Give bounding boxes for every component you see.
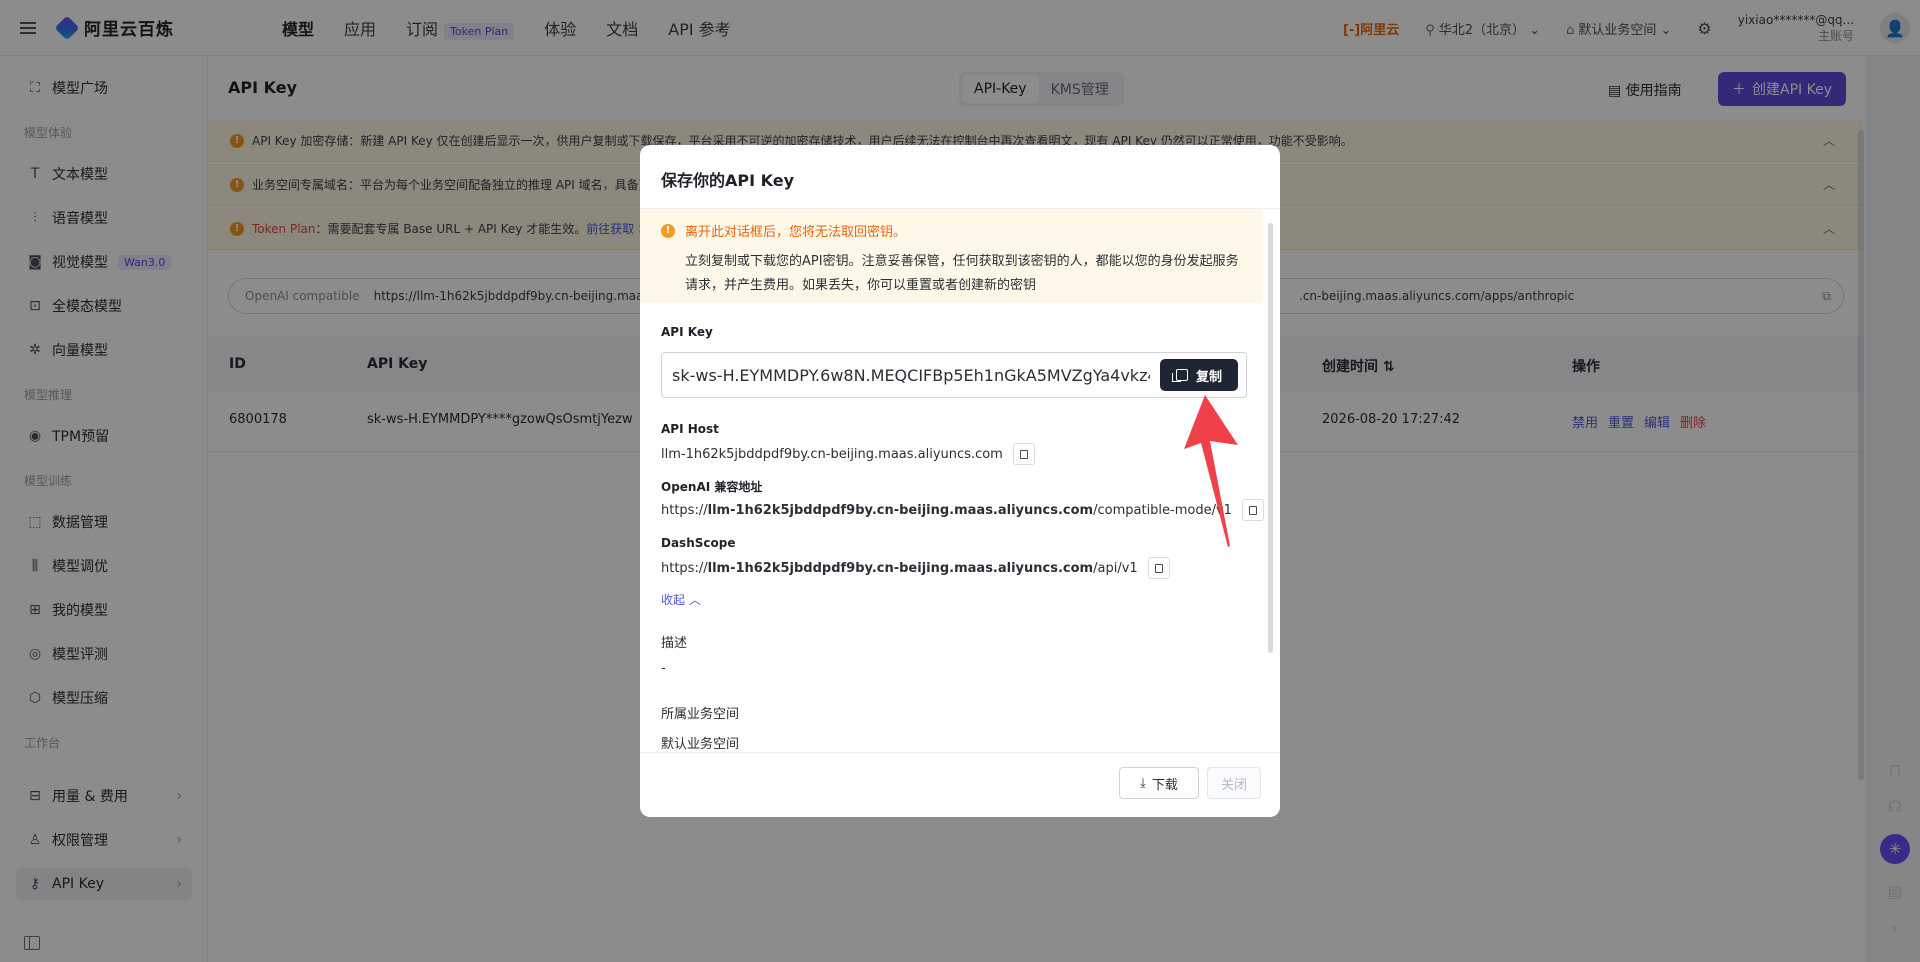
dialog-title: 保存你的API Key	[661, 171, 795, 190]
annotation-arrow-icon	[1184, 395, 1238, 547]
copy-button[interactable]: 复制	[1160, 359, 1238, 391]
copy-icon[interactable]	[1012, 443, 1035, 465]
dashscope-host: llm-1h62k5jbddpdf9by.cn-beijing.maas.ali…	[707, 560, 1094, 576]
dashscope-suffix: /api/v1	[1093, 560, 1138, 576]
collapse-label: 收起	[661, 593, 686, 607]
api-host-value: llm-1h62k5jbddpdf9by.cn-beijing.maas.ali…	[661, 446, 1003, 462]
download-icon: ⤓	[1140, 775, 1146, 791]
collapse-link[interactable]: 收起 ︿	[661, 591, 701, 608]
openai-label: OpenAI 兼容地址	[661, 480, 763, 494]
warning-icon: !	[661, 223, 675, 238]
workspace-value: 默认业务空间	[661, 737, 740, 752]
copy-icon[interactable]	[1241, 499, 1264, 521]
api-key-label: API Key	[661, 325, 713, 339]
download-label: 下载	[1151, 777, 1178, 793]
close-button[interactable]: 关闭	[1207, 767, 1261, 799]
dialog-footer: ⤓ 下载 关闭	[640, 752, 1280, 817]
close-label: 关闭	[1220, 777, 1247, 793]
copy-icon	[1171, 369, 1188, 382]
dashscope-label: DashScope	[661, 536, 736, 550]
warning-title: 离开此对话框后，您将无法取回密钥。	[685, 225, 907, 240]
api-key-field[interactable]: sk-ws-H.EYMMDPY.6w8N.MEQCIFBp5Eh1nGkA5MV…	[661, 352, 1247, 398]
dashscope-row: https://llm-1h62k5jbddpdf9by.cn-beijing.…	[661, 557, 1170, 579]
api-host-row: llm-1h62k5jbddpdf9by.cn-beijing.maas.ali…	[661, 443, 1035, 465]
dialog-warning: ! 离开此对话框后，您将无法取回密钥。 立刻复制或下载您的API密钥。注意妥善保管…	[640, 209, 1262, 303]
openai-row: https://llm-1h62k5jbddpdf9by.cn-beijing.…	[661, 499, 1264, 521]
download-button[interactable]: ⤓ 下载	[1119, 767, 1199, 799]
openai-prefix: https://	[661, 502, 708, 518]
api-host-label: API Host	[661, 422, 719, 436]
workspace-label: 所属业务空间	[661, 707, 740, 722]
openai-host: llm-1h62k5jbddpdf9by.cn-beijing.maas.ali…	[707, 502, 1094, 518]
desc-value: -	[661, 661, 666, 676]
dashscope-prefix: https://	[661, 560, 708, 576]
desc-label: 描述	[661, 636, 688, 651]
chevron-up-icon: ︿	[688, 593, 701, 607]
api-key-value[interactable]: sk-ws-H.EYMMDPY.6w8N.MEQCIFBp5Eh1nGkA5MV…	[672, 366, 1150, 385]
copy-icon[interactable]	[1147, 557, 1170, 579]
warning-body: 立刻复制或下载您的API密钥。注意妥善保管，任何获取到该密钥的人，都能以您的身份…	[685, 254, 1239, 293]
copy-label: 复制	[1195, 369, 1222, 385]
dialog-scrollbar[interactable]	[1268, 223, 1273, 653]
